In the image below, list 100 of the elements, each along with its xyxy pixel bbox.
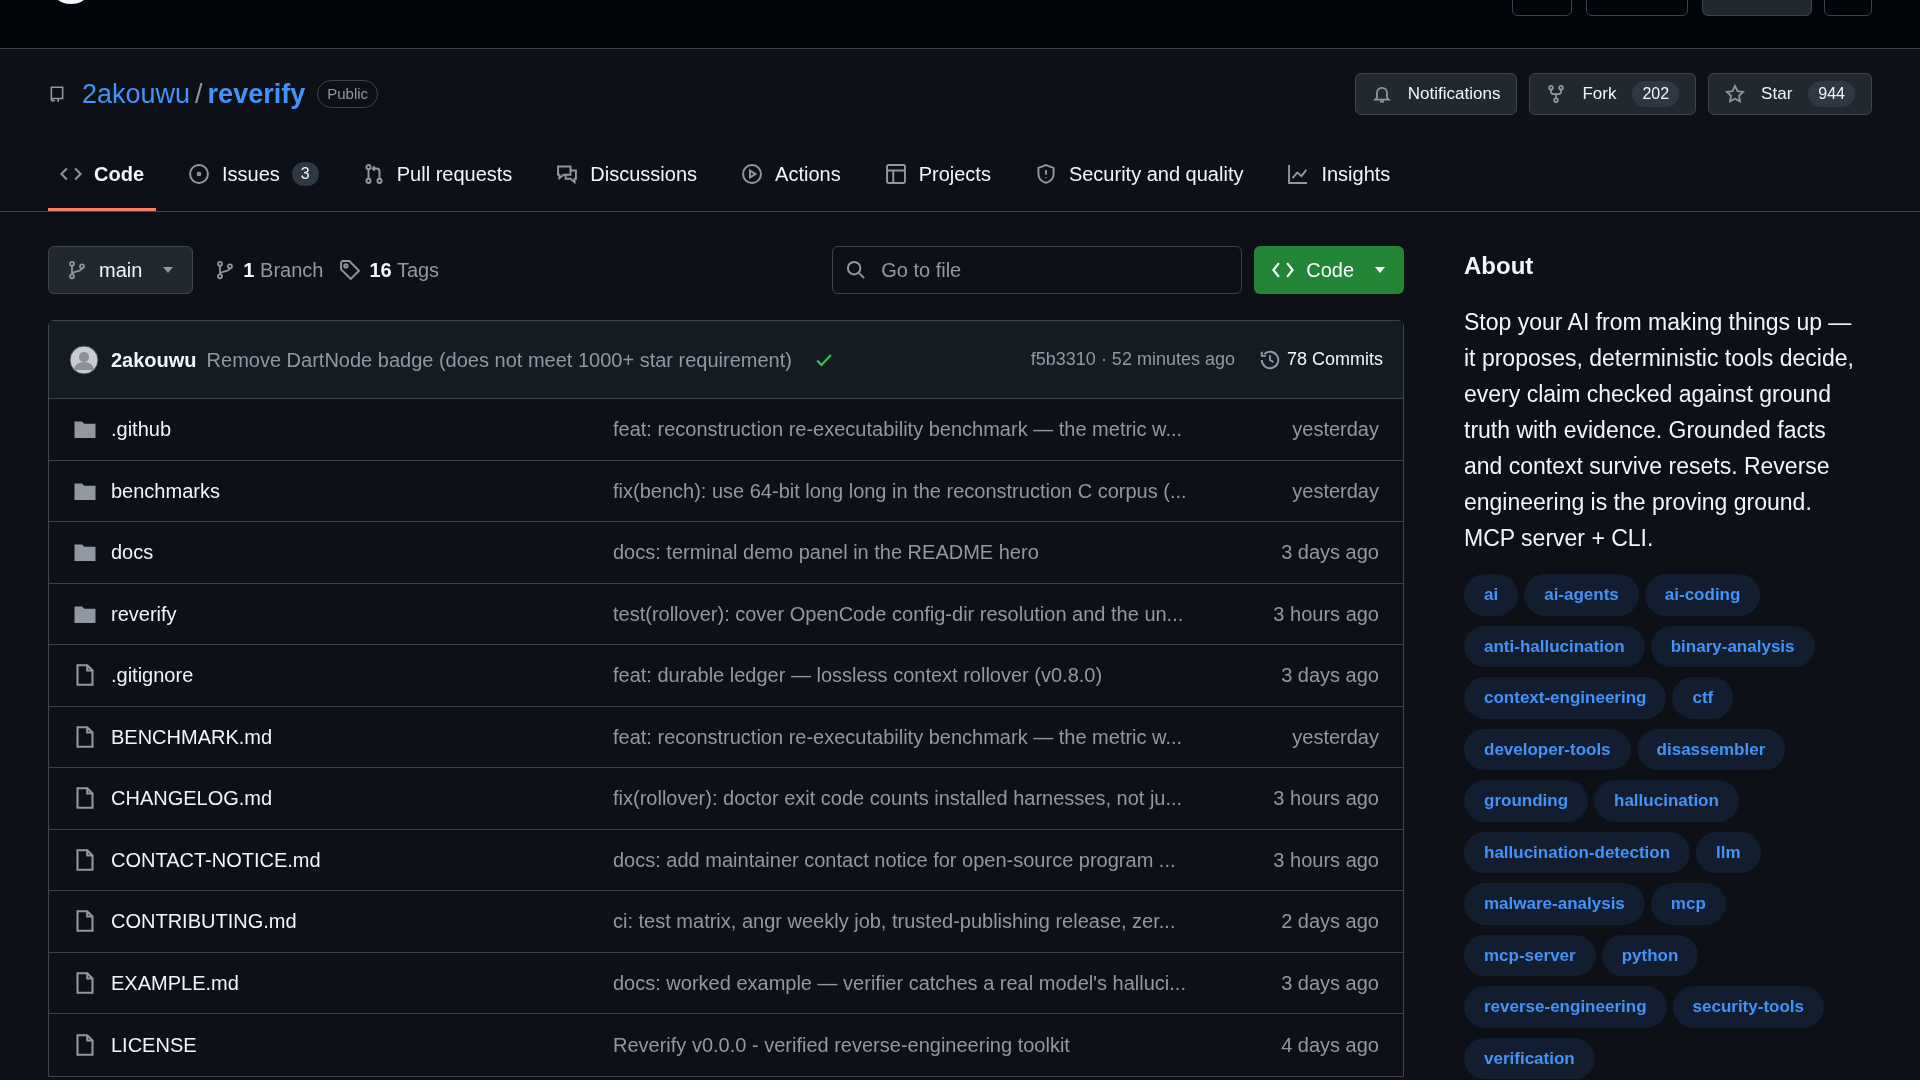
tab[interactable]: Actions <box>729 139 853 211</box>
issue-icon <box>188 162 210 185</box>
commit-message-link[interactable]: docs: add maintainer contact notice for open-source program ... <box>613 844 1176 875</box>
commit-message-link[interactable]: feat: reconstruction re-executability benchmark — the metric w... <box>613 414 1183 445</box>
topic-tag[interactable]: verification <box>1464 1037 1595 1079</box>
caret-icon <box>1374 266 1386 274</box>
avatar-icon[interactable] <box>69 344 99 375</box>
topic-tag[interactable]: binary-analysis <box>1650 625 1815 667</box>
topic-tag[interactable]: mcp <box>1650 883 1726 925</box>
notifications-button[interactable]: Notifications <box>1354 73 1518 115</box>
file-name-link[interactable]: reverify <box>111 598 613 629</box>
fork-icon <box>1546 84 1567 104</box>
commit-message[interactable]: Remove DartNode badge (does not meet 1000+ star requirement) <box>206 344 792 375</box>
tab[interactable]: Discussions <box>544 139 710 211</box>
commit-time: 3 hours ago <box>1273 786 1379 812</box>
about-heading: About <box>1464 251 1535 281</box>
file-name-link[interactable]: CONTACT-NOTICE.md <box>111 844 613 875</box>
shield-icon <box>1034 162 1057 185</box>
commit-message-link[interactable]: Reverify v0.0.0 - verified reverse-engineering toolkit <box>613 1029 1070 1060</box>
commit-time: 2 days ago <box>1281 909 1379 935</box>
commit-message-link[interactable]: fix(rollover): doctor exit code counts installed harnesses, not ju... <box>613 783 1183 814</box>
topic-tag[interactable]: python <box>1601 934 1699 976</box>
bell-icon <box>1371 84 1392 104</box>
commit-message-link[interactable]: test(rollover): cover OpenCode config-dir resolution and the un... <box>613 598 1184 629</box>
tab[interactable]: Code <box>48 139 156 211</box>
commit-time: yesterday <box>1292 478 1379 504</box>
search-icon <box>846 260 867 280</box>
star-icon <box>1725 84 1746 104</box>
file-icon <box>73 909 97 934</box>
branch-selector[interactable]: main <box>48 246 194 294</box>
file-name-link[interactable]: docs <box>111 537 613 568</box>
go-to-file-field[interactable]: Go to file <box>832 246 1243 294</box>
branches-link[interactable]: 1 Branch <box>215 255 324 285</box>
topic-tag[interactable]: ai-coding <box>1644 574 1761 616</box>
tab[interactable]: Insights <box>1275 139 1403 211</box>
commits-link[interactable]: 78 Commits <box>1258 346 1383 373</box>
tags-link[interactable]: 16 Tags <box>339 255 440 285</box>
discussion-icon <box>556 162 579 185</box>
commit-time: 4 days ago <box>1281 1032 1379 1058</box>
branch-icon <box>67 260 87 280</box>
tab[interactable]: Issues 3 <box>176 139 331 211</box>
topic-tag[interactable]: ai <box>1464 574 1519 616</box>
file-name-link[interactable]: BENCHMARK.md <box>111 721 613 752</box>
file-icon <box>73 724 97 749</box>
table-icon <box>884 162 907 185</box>
file-name-link[interactable]: CHANGELOG.md <box>111 783 613 814</box>
tag-icon <box>339 259 362 281</box>
owner-link[interactable]: 2akouwu <box>82 73 191 115</box>
file-name-link[interactable]: EXAMPLE.md <box>111 967 613 998</box>
file-name-link[interactable]: .github <box>111 414 613 445</box>
history-icon <box>1258 348 1281 371</box>
commit-message-link[interactable]: docs: worked example — verifier catches a real model's halluci... <box>613 967 1186 998</box>
commit-message-link[interactable]: docs: terminal demo panel in the README hero <box>613 537 1039 568</box>
commit-time: 3 days ago <box>1281 970 1379 996</box>
topic-tag[interactable]: ctf <box>1672 677 1734 719</box>
repo-link[interactable]: reverify <box>207 73 306 115</box>
commit-message-link[interactable]: ci: test matrix, angr weekly job, trusted-publishing release, zer... <box>613 906 1176 937</box>
file-icon <box>73 1032 97 1057</box>
caret-icon <box>162 266 175 274</box>
code-button[interactable]: Code <box>1254 246 1404 294</box>
file-name-link[interactable]: CONTRIBUTING.md <box>111 906 613 937</box>
tab[interactable]: Security and quality <box>1022 139 1256 211</box>
topic-tag[interactable]: mcp-server <box>1464 934 1596 976</box>
commit-time: 3 days ago <box>1281 663 1379 689</box>
about-description: Stop your AI from making things up — it proposes, deterministic tools decide, every claim checked against ground truth with evidence. Grounded facts and context survive resets. Reverse engineering is the proving ground. MCP server + CLI. <box>1464 308 1855 553</box>
commit-message-link[interactable]: fix(bench): use 64-bit long long in the reconstruction C corpus (... <box>613 475 1187 506</box>
count-badge: 944 <box>1808 81 1855 107</box>
tab[interactable]: Pull requests <box>350 139 525 211</box>
commit-message-link[interactable]: feat: durable ledger — lossless context rollover (v0.8.0) <box>613 660 1103 691</box>
commit-time: 3 days ago <box>1281 540 1379 566</box>
play-icon <box>741 162 764 185</box>
topic-tag[interactable]: llm <box>1696 831 1761 873</box>
topic-tag[interactable]: reverse-engineering <box>1464 986 1667 1028</box>
topic-tag[interactable]: developer-tools <box>1464 728 1631 770</box>
file-icon <box>73 847 97 872</box>
topic-tag[interactable]: anti-hallucination <box>1464 625 1645 667</box>
topic-tag[interactable]: disassembler <box>1636 728 1786 770</box>
commit-time: 3 hours ago <box>1273 847 1379 873</box>
tab[interactable]: Projects <box>872 139 1003 211</box>
topic-tag[interactable]: grounding <box>1464 780 1589 822</box>
topic-tag[interactable]: hallucination <box>1594 780 1739 822</box>
count-badge: 3 <box>291 161 319 186</box>
file-icon <box>73 663 97 688</box>
file-icon <box>73 970 97 995</box>
topic-tag[interactable]: security-tools <box>1672 986 1824 1028</box>
file-name-link[interactable]: LICENSE <box>111 1029 613 1060</box>
separator-text: / <box>195 77 203 111</box>
commit-time: yesterday <box>1292 417 1379 443</box>
commit-hash-time[interactable]: f5b3310 · 52 minutes ago <box>1030 346 1235 373</box>
topic-tag[interactable]: ai-agents <box>1524 574 1639 616</box>
star-button[interactable]: Star 944 <box>1708 73 1872 115</box>
topic-tag[interactable]: context-engineering <box>1464 677 1667 719</box>
topic-tag[interactable]: hallucination-detection <box>1464 831 1691 873</box>
topic-tag[interactable]: malware-analysis <box>1464 883 1645 925</box>
fork-button[interactable]: Fork 202 <box>1529 73 1697 115</box>
commit-author[interactable]: 2akouwu <box>111 344 197 375</box>
file-name-link[interactable]: .gitignore <box>111 660 613 691</box>
file-name-link[interactable]: benchmarks <box>111 475 613 506</box>
count-badge: 202 <box>1632 81 1680 107</box>
commit-message-link[interactable]: feat: reconstruction re-executability benchmark — the metric w... <box>613 721 1183 752</box>
